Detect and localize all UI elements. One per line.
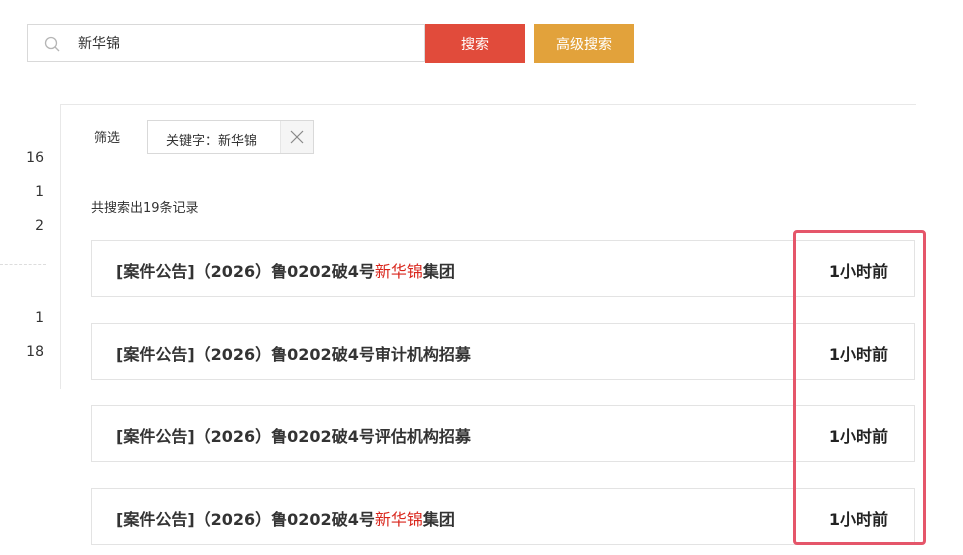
- left-count[interactable]: 18: [0, 344, 44, 360]
- result-title-prefix: [案件公告]（2026）鲁0202破4号: [116, 510, 375, 529]
- left-count[interactable]: 1: [0, 184, 44, 200]
- result-title-keyword: 新华锦: [374, 510, 423, 529]
- content-top-divider: [61, 104, 916, 105]
- result-row[interactable]: [案件公告]（2026）鲁0202破4号新华锦集团 1小时前: [91, 488, 915, 545]
- left-count[interactable]: 2: [0, 218, 44, 234]
- filter-tag-text: 关键字：新华锦: [166, 134, 258, 149]
- filter-tag: 关键字：新华锦: [147, 120, 314, 154]
- left-count[interactable]: 1: [0, 310, 44, 326]
- advanced-search-button[interactable]: 高级搜索: [534, 24, 634, 63]
- result-title[interactable]: [案件公告]（2026）鲁0202破4号新华锦集团: [116, 258, 455, 282]
- close-icon[interactable]: [280, 121, 313, 153]
- result-title-suffix: 集团: [422, 510, 455, 529]
- result-time: 1小时前: [828, 510, 888, 529]
- result-title-suffix: 集团: [422, 262, 455, 281]
- result-title-prefix: [案件公告]（2026）鲁0202破4号评估机构招募: [116, 427, 471, 446]
- search-button[interactable]: 搜索: [425, 24, 525, 63]
- search-box[interactable]: [27, 24, 425, 62]
- result-title[interactable]: [案件公告]（2026）鲁0202破4号新华锦集团: [116, 506, 455, 530]
- result-count: 共搜索出19条记录: [91, 201, 199, 216]
- result-row[interactable]: [案件公告]（2026）鲁0202破4号新华锦集团 1小时前: [91, 240, 915, 297]
- filter-label: 筛选: [94, 131, 121, 146]
- result-title-keyword: 新华锦: [374, 262, 423, 281]
- result-title[interactable]: [案件公告]（2026）鲁0202破4号审计机构招募: [116, 341, 471, 365]
- result-row[interactable]: [案件公告]（2026）鲁0202破4号审计机构招募 1小时前: [91, 323, 915, 380]
- result-time: 1小时前: [828, 345, 888, 364]
- left-count[interactable]: 16: [0, 150, 44, 166]
- result-title-prefix: [案件公告]（2026）鲁0202破4号审计机构招募: [116, 345, 471, 364]
- result-time: 1小时前: [828, 427, 888, 446]
- search-icon: [44, 36, 60, 52]
- sidebar-divider: [60, 104, 61, 389]
- result-time: 1小时前: [828, 262, 888, 281]
- result-row[interactable]: [案件公告]（2026）鲁0202破4号评估机构招募 1小时前: [91, 405, 915, 462]
- search-input[interactable]: [78, 25, 418, 61]
- result-title[interactable]: [案件公告]（2026）鲁0202破4号评估机构招募: [116, 423, 471, 447]
- result-title-prefix: [案件公告]（2026）鲁0202破4号: [116, 262, 375, 281]
- sidebar-dashed-separator: [0, 264, 46, 265]
